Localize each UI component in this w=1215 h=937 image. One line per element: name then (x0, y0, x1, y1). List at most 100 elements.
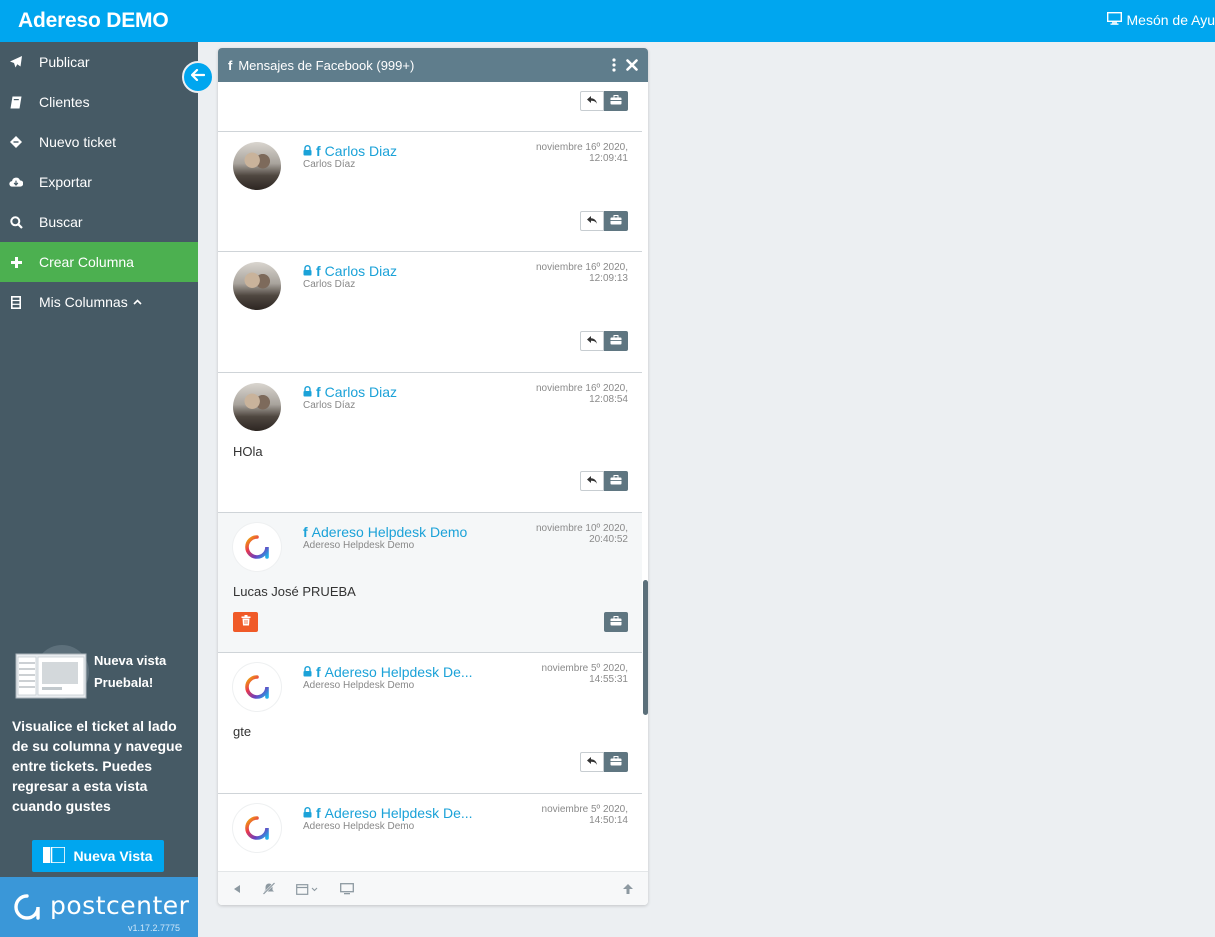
avatar (233, 804, 281, 852)
lock-icon (303, 805, 312, 821)
book-icon (9, 95, 23, 109)
sidebar-item-label: Publicar (39, 54, 90, 70)
more-options-icon[interactable] (612, 58, 616, 72)
message-date: noviembre 10º 2020, 20:40:52 (536, 523, 628, 545)
sender-subname: Carlos Díaz (303, 400, 356, 411)
mute-notifications-icon[interactable] (262, 882, 276, 895)
sender-name[interactable]: f Carlos Diaz (303, 143, 397, 159)
message-date: noviembre 5º 2020, 14:55:31 (542, 663, 628, 685)
sidebar-item-mis-columnas[interactable]: Mis Columnas (0, 282, 198, 322)
adereso-logo-icon (245, 675, 269, 699)
sidebar-item-label: Clientes (39, 94, 90, 110)
facebook-icon: f (228, 57, 233, 73)
sender-label: Adereso Helpdesk Demo (311, 524, 468, 540)
list-item[interactable] (218, 82, 642, 132)
reply-button[interactable] (580, 752, 604, 772)
facebook-icon: f (316, 384, 321, 400)
date-line: noviembre 5º 2020, (541, 804, 628, 815)
list-item[interactable]: f Carlos Diaz Carlos Díaz noviembre 16º … (218, 252, 642, 373)
delete-button[interactable] (233, 612, 258, 632)
list-item[interactable]: f Carlos Diaz Carlos Díaz noviembre 16º … (218, 373, 642, 513)
new-view-button[interactable]: Nueva Vista (32, 840, 164, 872)
case-button[interactable] (604, 91, 628, 111)
case-button[interactable] (604, 612, 628, 632)
column-header: f Mensajes de Facebook (999+) (218, 48, 648, 82)
sidebar-item-exportar[interactable]: Exportar (0, 162, 198, 202)
avatar (233, 523, 281, 571)
sender-name[interactable]: f Carlos Diaz (303, 384, 397, 400)
facebook-icon: f (316, 664, 321, 680)
sender-label: Carlos Diaz (324, 263, 398, 279)
sidebar-item-nuevo-ticket[interactable]: Nuevo ticket (0, 122, 198, 162)
list-item[interactable]: f Adereso Helpdesk Demo Adereso Helpdesk… (218, 513, 642, 653)
speaker-icon[interactable] (232, 884, 242, 894)
time-line: 12:09:13 (589, 273, 628, 284)
collapse-sidebar-button[interactable] (182, 61, 214, 93)
sender-name[interactable]: f Carlos Diaz (303, 263, 397, 279)
time-line: 12:08:54 (589, 394, 628, 405)
close-icon[interactable] (626, 59, 638, 71)
sender-name[interactable]: f Adereso Helpdesk Demo (303, 524, 467, 540)
scroll-top-arrow-icon[interactable] (622, 883, 634, 895)
sidebar: Publicar Clientes Nuevo ticket Exportar … (0, 42, 198, 937)
avatar (233, 142, 281, 190)
sender-label: Adereso Helpdesk De... (324, 664, 473, 680)
avatar (233, 383, 281, 431)
search-icon (9, 215, 23, 229)
sidebar-item-clientes[interactable]: Clientes (0, 82, 198, 122)
sidebar-item-crear-columna[interactable]: Crear Columna (0, 242, 198, 282)
message-date: noviembre 16º 2020, 12:08:54 (536, 383, 628, 405)
sender-label: Adereso Helpdesk De... (324, 805, 473, 821)
monitor-icon[interactable] (340, 882, 354, 895)
app-version: v1.17.2.7775 (127, 923, 180, 933)
help-desk-label: Mesón de Ayu (1126, 12, 1215, 28)
new-view-promo: Nueva vista Pruebala! Visualice el ticke… (0, 642, 198, 872)
new-view-illustration-icon (14, 644, 90, 700)
monitor-icon (1106, 11, 1122, 28)
help-desk-link[interactable]: Mesón de Ayu (1106, 11, 1215, 28)
app-title[interactable]: Adereso DEMO (18, 9, 169, 33)
list-item[interactable]: f Adereso Helpdesk De... Adereso Helpdes… (218, 653, 642, 794)
facebook-icon: f (316, 143, 321, 159)
calendar-icon[interactable] (296, 883, 320, 895)
date-line: noviembre 16º 2020, (535, 383, 628, 394)
case-button[interactable] (604, 331, 628, 351)
reply-button[interactable] (580, 471, 604, 491)
sender-name[interactable]: f Adereso Helpdesk De... (303, 664, 473, 680)
message-date: noviembre 16º 2020, 12:09:41 (536, 142, 628, 164)
sidebar-item-publicar[interactable]: Publicar (0, 42, 198, 82)
message-date: noviembre 16º 2020, 12:09:13 (536, 262, 628, 284)
promo-description: Visualice el ticket al lado de su column… (12, 718, 183, 814)
reply-icon (586, 332, 598, 350)
list-item[interactable]: f Adereso Helpdesk De... Adereso Helpdes… (218, 794, 642, 871)
message-list[interactable]: f Carlos Diaz Carlos Díaz noviembre 16º … (218, 82, 648, 871)
chevron-up-icon (133, 297, 142, 308)
list-item[interactable]: f Carlos Diaz Carlos Díaz noviembre 16º … (218, 132, 642, 252)
split-view-icon (43, 845, 67, 866)
scrollbar[interactable] (643, 580, 648, 715)
facebook-messages-column: f Mensajes de Facebook (999+) f Carlos D… (218, 48, 648, 905)
sidebar-item-buscar[interactable]: Buscar (0, 202, 198, 242)
briefcase-icon (610, 332, 622, 350)
sender-subname: Adereso Helpdesk Demo (303, 680, 415, 691)
time-line: 20:40:52 (589, 534, 628, 545)
case-button[interactable] (604, 752, 628, 772)
sender-subname: Adereso Helpdesk Demo (303, 540, 415, 551)
arrow-left-icon (190, 68, 206, 86)
facebook-icon: f (316, 805, 321, 821)
lock-icon (303, 143, 312, 159)
reply-button[interactable] (580, 91, 604, 111)
reply-button[interactable] (580, 211, 604, 231)
reply-icon (586, 92, 598, 110)
paper-plane-icon (9, 55, 23, 69)
facebook-icon: f (316, 263, 321, 279)
columns-icon (9, 295, 23, 309)
sender-name[interactable]: f Adereso Helpdesk De... (303, 805, 473, 821)
message-text: Lucas José PRUEBA (233, 584, 356, 599)
trash-icon (241, 613, 251, 631)
reply-button[interactable] (580, 331, 604, 351)
case-button[interactable] (604, 211, 628, 231)
sender-label: Carlos Diaz (324, 143, 398, 159)
sender-subname: Adereso Helpdesk Demo (303, 821, 415, 832)
case-button[interactable] (604, 471, 628, 491)
